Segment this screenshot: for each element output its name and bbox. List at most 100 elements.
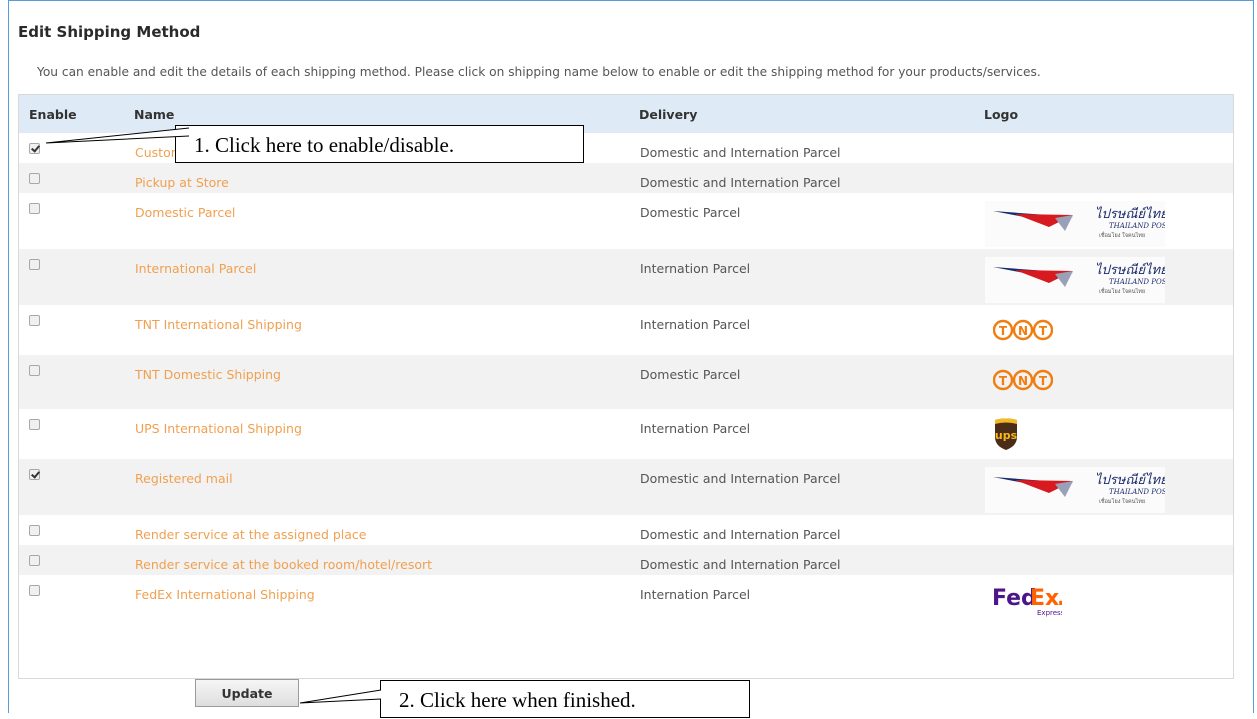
thailand-post-logo: ไปรษณีย์ไทยTHAILAND POSTเชื่อมโยง ใจคนไท…	[985, 467, 1165, 513]
enable-cell	[19, 545, 134, 575]
enable-cell	[19, 459, 134, 515]
name-cell: TNT Domestic Shipping	[134, 355, 639, 409]
table-row: Render service at the assigned place Dome…	[19, 515, 1233, 545]
enable-checkbox[interactable]	[29, 315, 40, 326]
enable-checkbox[interactable]	[29, 173, 40, 184]
svg-text:ups: ups	[995, 429, 1018, 442]
logo-cell: TNT	[984, 355, 1233, 409]
table-row: TNT International Shipping Internation Pa…	[19, 305, 1233, 355]
delivery-cell: Domestic Parcel	[640, 205, 741, 220]
delivery-cell: Domestic and Internation Parcel	[640, 145, 841, 160]
logo-cell: ไปรษณีย์ไทย THAILAND POST เชื่อมโยง ใจคนไท…	[984, 193, 1233, 249]
table-row: Render service at the booked room/hotel/…	[19, 545, 1233, 575]
logo-cell: FedEx.Express	[984, 575, 1233, 629]
thailand-post-logo: ไปรษณีย์ไทยTHAILAND POSTเชื่อมโยง ใจคนไท…	[985, 257, 1165, 303]
shipping-name-link[interactable]: Domestic Parcel	[135, 205, 235, 220]
logo-cell	[984, 545, 1233, 575]
shipping-name-link[interactable]: UPS International Shipping	[135, 421, 302, 436]
svg-text:ไปรษณีย์ไทย: ไปรษณีย์ไทย	[1095, 262, 1165, 278]
name-cell: UPS International Shipping	[134, 409, 639, 459]
name-cell: FedEx International Shipping	[134, 575, 639, 629]
delivery-cell: Domestic and Internation Parcel	[640, 471, 841, 486]
logo-cell	[984, 163, 1233, 193]
name-cell: TNT International Shipping	[134, 305, 639, 355]
delivery-cell: Internation Parcel	[640, 317, 751, 332]
logo-cell	[984, 515, 1233, 545]
header-delivery: Delivery	[639, 106, 698, 122]
svg-text:เชื่อมโยง ใจคนไทย: เชื่อมโยง ใจคนไทย	[1099, 497, 1145, 505]
enable-checkbox[interactable]	[29, 143, 40, 154]
enable-cell	[19, 193, 134, 249]
enable-checkbox[interactable]	[29, 365, 40, 376]
svg-text:Express: Express	[1037, 609, 1062, 617]
page-description: You can enable and edit the details of e…	[37, 65, 1041, 79]
logo-cell: ไปรษณีย์ไทย THAILAND POST เชื่อมโยง ใจคนไท…	[984, 249, 1233, 305]
svg-text:THAILAND POST: THAILAND POST	[1109, 222, 1165, 230]
enable-checkbox[interactable]	[29, 203, 40, 214]
svg-text:ไปรษณีย์ไทย: ไปรษณีย์ไทย	[1095, 206, 1165, 222]
shipping-name-link[interactable]: TNT International Shipping	[135, 317, 302, 332]
shipping-name-link[interactable]: Pickup at Store	[135, 175, 229, 190]
table-row: International Parcel Internation Parcel ไป…	[19, 249, 1233, 305]
enable-checkbox[interactable]	[29, 419, 40, 430]
enable-checkbox[interactable]	[29, 259, 40, 270]
shipping-name-link[interactable]: International Parcel	[135, 261, 256, 276]
name-cell: Render service at the booked room/hotel/…	[134, 545, 639, 575]
enable-cell	[19, 133, 134, 163]
enable-cell	[19, 249, 134, 305]
shipping-name-link[interactable]: TNT Domestic Shipping	[135, 367, 281, 382]
enable-cell	[19, 575, 134, 629]
delivery-cell: Domestic and Internation Parcel	[640, 175, 841, 190]
delivery-cell: Domestic and Internation Parcel	[640, 527, 841, 542]
tnt-logo: TNT	[993, 369, 1053, 391]
svg-text:N: N	[1018, 324, 1028, 338]
enable-cell	[19, 355, 134, 409]
svg-text:เชื่อมโยง ใจคนไทย: เชื่อมโยง ใจคนไทย	[1099, 231, 1145, 239]
svg-text:T: T	[999, 374, 1008, 388]
delivery-cell: Domestic and Internation Parcel	[640, 557, 841, 572]
delivery-cell: Internation Parcel	[640, 587, 751, 602]
svg-text:.: .	[1057, 586, 1062, 611]
logo-cell: ups	[984, 409, 1233, 459]
shipping-methods-table: Enable Name Delivery Logo Customer Picku…	[18, 94, 1234, 679]
enable-cell	[19, 305, 134, 355]
table-row: Registered mail Domestic and Internation …	[19, 459, 1233, 515]
shipping-name-link[interactable]: Render service at the booked room/hotel/…	[135, 557, 432, 572]
svg-text:เชื่อมโยง ใจคนไทย: เชื่อมโยง ใจคนไทย	[1099, 287, 1145, 295]
svg-text:ไปรษณีย์ไทย: ไปรษณีย์ไทย	[1095, 472, 1165, 488]
svg-text:THAILAND POST: THAILAND POST	[1109, 278, 1165, 286]
callout-enable-instruction: 1. Click here to enable/disable.	[175, 125, 584, 163]
table-row: Pickup at Store Domestic and Internation …	[19, 163, 1233, 193]
enable-cell	[19, 409, 134, 459]
name-cell: Render service at the assigned place	[134, 515, 639, 545]
svg-text:Ex: Ex	[1030, 586, 1059, 611]
logo-cell: TNT	[984, 305, 1233, 355]
page-title: Edit Shipping Method	[18, 23, 201, 41]
logo-cell	[984, 133, 1233, 163]
name-cell: Registered mail	[134, 459, 639, 515]
svg-text:T: T	[1039, 324, 1048, 338]
enable-cell	[19, 163, 134, 193]
svg-text:N: N	[1018, 374, 1028, 388]
header-enable: Enable	[29, 106, 77, 122]
table-row: FedEx International Shipping Internation …	[19, 575, 1233, 629]
header-logo: Logo	[984, 106, 1019, 122]
update-button[interactable]: Update	[195, 679, 299, 707]
enable-checkbox[interactable]	[29, 585, 40, 596]
svg-text:T: T	[999, 324, 1008, 338]
name-cell: International Parcel	[134, 249, 639, 305]
enable-checkbox[interactable]	[29, 525, 40, 536]
delivery-cell: Internation Parcel	[640, 261, 751, 276]
name-cell: Pickup at Store	[134, 163, 639, 193]
shipping-name-link[interactable]: FedEx International Shipping	[135, 587, 315, 602]
shipping-name-link[interactable]: Render service at the assigned place	[135, 527, 367, 542]
callout-finish-instruction: 2. Click here when finished.	[380, 680, 750, 718]
enable-checkbox[interactable]	[29, 555, 40, 566]
enable-checkbox[interactable]	[29, 469, 40, 480]
enable-cell	[19, 515, 134, 545]
logo-cell: ไปรษณีย์ไทย THAILAND POST เชื่อมโยง ใจคนไท…	[984, 459, 1233, 515]
delivery-cell: Internation Parcel	[640, 421, 751, 436]
thailand-post-logo: ไปรษณีย์ไทยTHAILAND POSTเชื่อมโยง ใจคนไท…	[985, 201, 1165, 247]
table-row: Domestic Parcel Domestic Parcel ไปรษณีย์ไท…	[19, 193, 1233, 249]
shipping-name-link[interactable]: Registered mail	[135, 471, 233, 486]
